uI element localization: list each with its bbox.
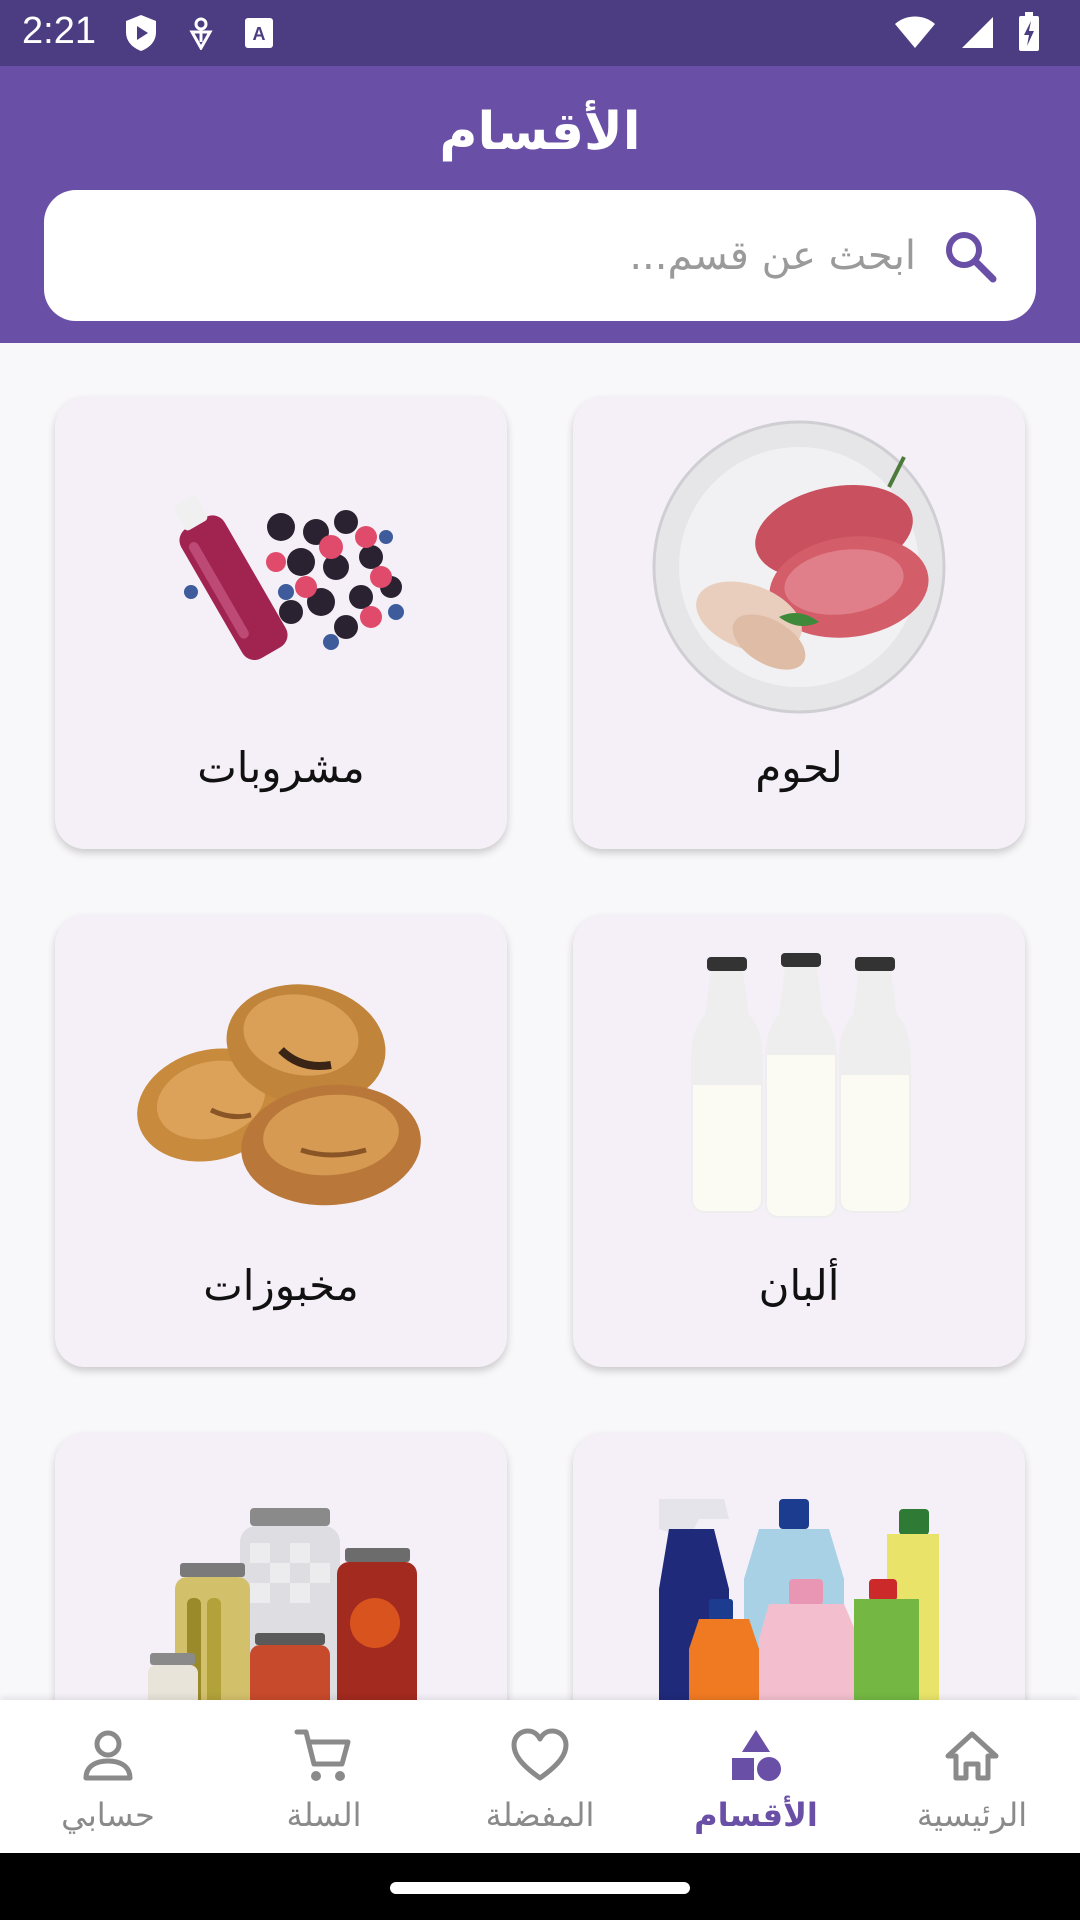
category-card-cleaning[interactable] <box>573 1433 1025 1700</box>
system-navigation-bar <box>0 1853 1080 1920</box>
signal-icon <box>962 17 993 48</box>
category-card-drinks[interactable]: مشروبات <box>55 397 507 849</box>
nav-item-cart[interactable]: السلة <box>216 1700 432 1853</box>
heart-icon <box>511 1728 569 1781</box>
nav-item-account[interactable]: حسابي <box>0 1700 216 1853</box>
pastries-image <box>137 984 421 1206</box>
nav-item-categories[interactable]: الأقسام <box>648 1700 864 1853</box>
cart-icon <box>294 1729 351 1781</box>
jars-image <box>148 1508 417 1700</box>
categories-icon <box>732 1730 781 1781</box>
home-icon <box>945 1731 999 1781</box>
meat-plate-image <box>652 420 946 714</box>
svg-text:A: A <box>253 24 266 44</box>
nav-item-favorites[interactable]: المفضلة <box>432 1700 648 1853</box>
nav-label: الرئيسية <box>916 1796 1028 1834</box>
wifi-icon <box>895 16 935 48</box>
category-label: مشروبات <box>197 743 365 792</box>
cleaning-products-image <box>659 1499 939 1700</box>
header: الأقسام <box>0 66 1080 343</box>
category-card-bakery[interactable]: مخبوزات <box>55 915 507 1367</box>
person-icon <box>83 1730 133 1781</box>
status-time: 2:21 <box>22 10 96 52</box>
nav-item-home[interactable]: الرئيسية <box>864 1700 1080 1853</box>
nav-label: المفضلة <box>485 1796 595 1834</box>
milk-bottles-image <box>691 953 911 1218</box>
nav-label: السلة <box>286 1796 362 1834</box>
category-card-dairy[interactable]: ألبان <box>573 915 1025 1367</box>
play-shield-icon <box>126 15 156 51</box>
nav-label: حسابي <box>61 1796 155 1834</box>
bottom-nav: الرئيسية الأقسام المفضلة السلة حسابي <box>0 1700 1080 1853</box>
berry-juice-image <box>173 496 404 660</box>
category-label: لحوم <box>755 743 843 792</box>
search-icon[interactable] <box>942 228 998 284</box>
category-label: ألبان <box>758 1261 840 1310</box>
status-bar: 2:21 A <box>0 0 1080 66</box>
battery-charging-icon <box>1019 12 1039 51</box>
page-title: الأقسام <box>439 102 641 162</box>
nav-label: الأقسام <box>694 1796 818 1834</box>
bug-icon <box>189 17 213 50</box>
keyboard-a-icon: A <box>245 18 273 48</box>
search-input[interactable] <box>136 214 916 298</box>
search-box[interactable] <box>44 190 1036 321</box>
category-card-pantry[interactable] <box>55 1433 507 1700</box>
category-label: مخبوزات <box>203 1261 359 1310</box>
category-card-meat[interactable]: لحوم <box>573 397 1025 849</box>
home-gesture-handle[interactable] <box>390 1882 690 1894</box>
categories-grid: لحوم مشروبات ألبان مخبوزات <box>0 343 1080 1700</box>
